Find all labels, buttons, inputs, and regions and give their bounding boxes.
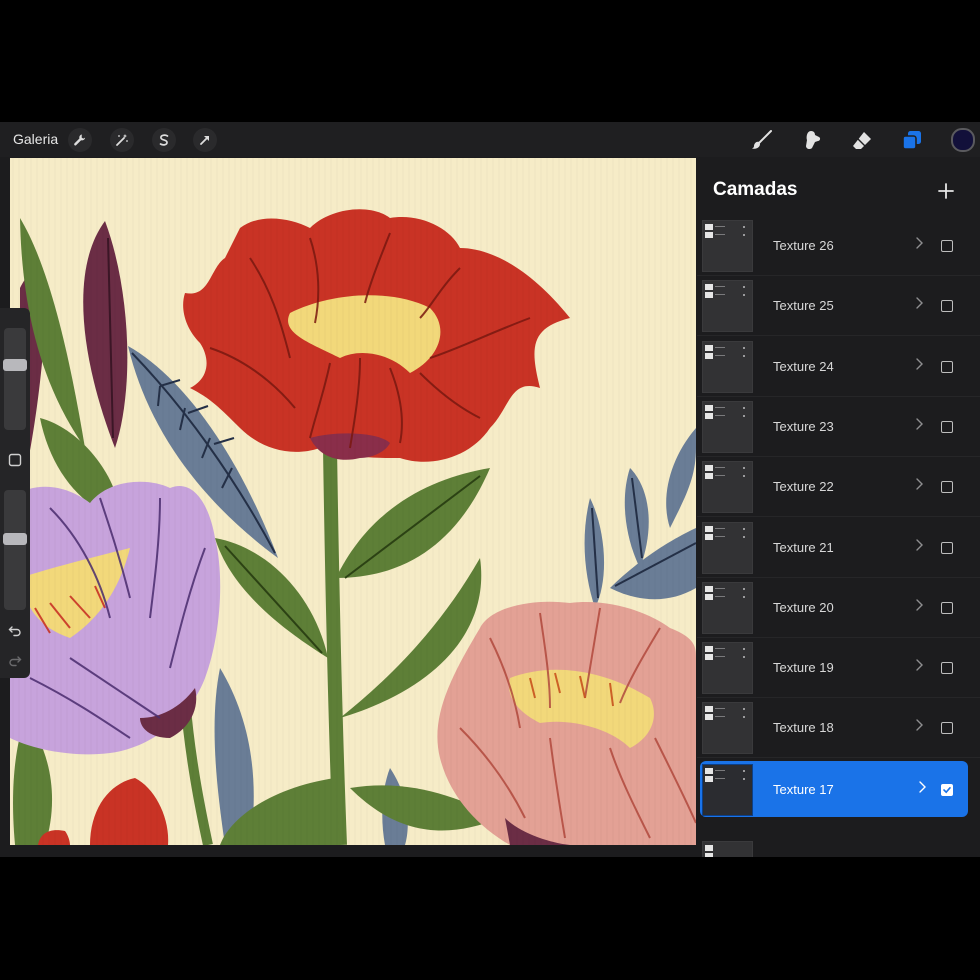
layer-thumbnail [702, 280, 753, 333]
layer-visibility-checkbox[interactable] [941, 541, 953, 554]
procreate-app: Galeria Camadas Texture 26 Texture 25 Te… [0, 122, 980, 857]
modify-square-icon[interactable] [6, 451, 24, 469]
layer-visibility-checkbox[interactable] [941, 481, 953, 494]
chevron-right-icon[interactable] [913, 598, 925, 612]
layer-thumbnail [702, 461, 753, 514]
top-toolbar: Galeria [0, 122, 980, 157]
opacity-thumb[interactable] [3, 533, 27, 545]
layer-name: Texture 25 [773, 298, 834, 314]
layer-name: Texture 20 [773, 599, 834, 615]
eraser-icon[interactable] [849, 127, 875, 153]
layer-row[interactable]: Texture 19 [697, 639, 980, 699]
layer-thumbnail [702, 220, 753, 272]
layers-panel: Camadas Texture 26 Texture 25 Texture 24 Te… [697, 158, 980, 857]
layer-visibility-checkbox[interactable] [941, 240, 953, 252]
selection-s-icon[interactable] [152, 128, 176, 152]
current-color-swatch [951, 128, 975, 152]
layer-row[interactable]: Texture 17 [700, 760, 968, 817]
chevron-right-icon[interactable] [913, 718, 925, 732]
layer-thumbnail [702, 581, 753, 634]
layer-thumbnail [702, 340, 753, 393]
chevron-right-icon[interactable] [913, 417, 925, 431]
chevron-right-icon[interactable] [913, 296, 925, 310]
layer-thumbnail [702, 841, 753, 857]
layer-row[interactable]: Texture 26 [697, 217, 980, 276]
layer-name: Texture 26 [773, 238, 834, 253]
magic-wand-icon[interactable] [110, 128, 134, 152]
layer-name: Texture 19 [773, 660, 834, 676]
color-picker-button[interactable] [950, 127, 976, 153]
left-sidebar [0, 308, 30, 678]
layer-name: Texture 23 [773, 418, 834, 434]
layer-row-partial[interactable] [697, 838, 980, 857]
layers-icon[interactable] [899, 127, 925, 153]
layer-name: Texture 24 [773, 358, 834, 374]
plus-icon[interactable] [933, 178, 959, 204]
brush-size-thumb[interactable] [3, 359, 27, 371]
layer-name: Texture 21 [773, 539, 834, 555]
layer-row[interactable]: Texture 22 [697, 458, 980, 518]
layer-name: Texture 17 [773, 781, 834, 797]
layer-row[interactable]: Texture 18 [697, 699, 980, 759]
layer-thumbnail [702, 521, 753, 574]
layer-thumbnail [702, 702, 753, 755]
layer-visibility-checkbox[interactable] [941, 300, 953, 313]
layer-visibility-checkbox[interactable] [941, 420, 953, 433]
layer-name: Texture 18 [773, 720, 834, 736]
floral-illustration [10, 158, 696, 845]
layer-thumbnail [702, 763, 753, 816]
layer-row[interactable]: Texture 20 [697, 579, 980, 638]
chevron-right-icon[interactable] [913, 538, 925, 552]
transform-arrow-icon[interactable] [193, 128, 217, 152]
undo-icon[interactable] [6, 621, 24, 639]
chevron-right-icon[interactable] [913, 658, 925, 672]
redo-icon[interactable] [6, 651, 24, 669]
chevron-right-icon[interactable] [913, 236, 925, 250]
chevron-right-icon[interactable] [916, 780, 928, 794]
wrench-icon[interactable] [68, 128, 92, 152]
brush-size-slider[interactable] [3, 328, 27, 430]
layer-row[interactable]: Texture 24 [697, 338, 980, 397]
layer-row[interactable]: Texture 25 [697, 277, 980, 337]
layer-thumbnail [702, 400, 753, 453]
layer-row[interactable]: Texture 21 [697, 519, 980, 578]
layer-thumbnail [702, 642, 753, 695]
artwork-canvas[interactable] [10, 158, 696, 845]
paper-texture [10, 158, 696, 845]
gallery-button[interactable]: Galeria [13, 131, 58, 147]
layers-panel-title: Camadas [713, 179, 798, 200]
layer-row[interactable]: Texture 23 [697, 398, 980, 457]
layer-visibility-checkbox[interactable] [941, 722, 953, 735]
chevron-right-icon[interactable] [913, 477, 925, 491]
layer-visibility-checkbox[interactable] [941, 360, 953, 373]
opacity-slider[interactable] [3, 490, 27, 610]
layer-visibility-checkbox[interactable] [941, 601, 953, 614]
brush-icon[interactable] [749, 127, 775, 153]
layer-visibility-checkbox[interactable] [941, 662, 953, 675]
layer-name: Texture 22 [773, 479, 834, 495]
layer-visibility-checkbox[interactable] [941, 783, 953, 796]
chevron-right-icon[interactable] [913, 357, 925, 371]
smudge-icon[interactable] [799, 127, 825, 153]
